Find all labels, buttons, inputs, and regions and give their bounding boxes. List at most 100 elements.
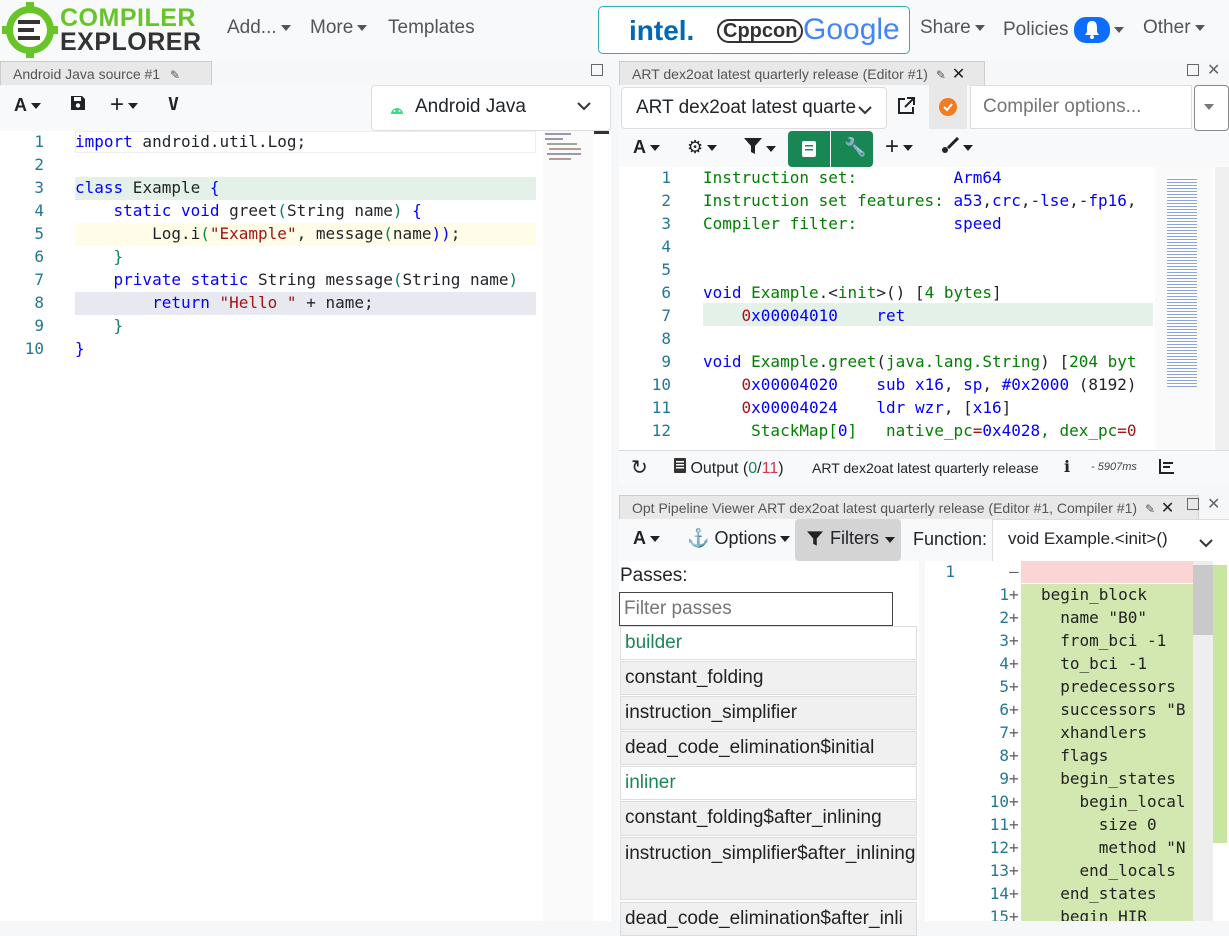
diff-text: end_locals (1041, 861, 1176, 880)
asm-token: x00004024 (751, 398, 838, 417)
pass-item[interactable]: inliner (620, 766, 917, 800)
opt-tab-title: Opt Pipeline Viewer ART dex2oat latest q… (632, 500, 1138, 516)
diff-marker: + (1009, 631, 1019, 650)
pass-diff-view[interactable]: 1–1 + begin_block 2 + name "B0" 3 + from_bci -… (925, 561, 1229, 921)
pass-item[interactable]: instruction_simplifier (620, 696, 917, 730)
diff-marker: + (1009, 585, 1019, 604)
compiler-explorer-logo[interactable]: COMPILER EXPLORER (2, 2, 201, 58)
other-menu[interactable]: Other (1143, 17, 1205, 39)
filters-button[interactable]: Filters (795, 519, 901, 561)
tab-compiler[interactable]: ART dex2oat latest quarterly release (Ed… (619, 61, 985, 85)
gear-icon[interactable]: ⚙ (687, 137, 718, 158)
pass-item[interactable]: builder (620, 626, 917, 660)
compile-status-icon[interactable] (929, 85, 967, 129)
refresh-icon[interactable]: ↻ (631, 455, 648, 480)
policies-menu[interactable]: Policies (1003, 17, 1124, 43)
diff-right-number: 10 (989, 792, 1009, 811)
diff-right-number: 4 (999, 654, 1009, 673)
save-icon[interactable] (70, 95, 86, 116)
asm-line-number: 12 (651, 421, 671, 440)
font-size-icon[interactable]: A (14, 95, 41, 116)
close-icon[interactable]: ✕ (1207, 60, 1220, 80)
pass-item[interactable]: constant_folding (620, 661, 917, 695)
line-number: 6 (34, 247, 44, 266)
edit-pencil-icon[interactable]: ✎ (1145, 502, 1155, 516)
line-number: 5 (34, 224, 44, 243)
asm-token: . (818, 352, 829, 371)
line-number: 9 (34, 316, 44, 335)
diff-marker: + (1009, 769, 1019, 788)
chevron-down-icon (577, 98, 591, 116)
asm-token: speed (953, 214, 1002, 233)
vim-mode-button[interactable]: V (168, 94, 179, 115)
tab-source[interactable]: Android Java source #1 ✎ (0, 61, 212, 85)
function-select[interactable]: void Example.<init>() (992, 519, 1229, 563)
edit-pencil-icon[interactable]: ✎ (170, 68, 180, 82)
diff-text: method "N (1041, 838, 1186, 857)
brush-icon[interactable] (941, 136, 973, 158)
asm-line-number: 7 (661, 306, 671, 325)
asm-token: ,- (1069, 191, 1089, 210)
source-editor[interactable]: 1 import android.util.Log; 2 3 class Example… (0, 131, 611, 921)
language-select[interactable]: Android Java (371, 85, 611, 131)
code-token: Log.i (75, 224, 201, 243)
scrollbar[interactable] (1193, 561, 1213, 921)
code-line: class Example { (75, 177, 220, 199)
pass-item[interactable]: constant_folding$after_inlining (620, 801, 917, 836)
tab-opt-pipeline[interactable]: Opt Pipeline Viewer ART dex2oat latest q… (619, 495, 1199, 519)
asm-line: void Example.<init>() [4 bytes] (703, 282, 1002, 304)
compiler-select[interactable]: ART dex2oat latest quarte (621, 87, 887, 129)
scrollbar-indicator[interactable] (594, 131, 609, 134)
asm-token: 0 (837, 421, 848, 440)
font-size-icon[interactable]: A (633, 528, 660, 549)
code-token: return (75, 293, 210, 312)
edit-pencil-icon[interactable]: ✎ (936, 68, 946, 82)
close-icon[interactable]: ✕ (1207, 494, 1220, 514)
pass-item[interactable]: dead_code_elimination$after_inli (620, 902, 917, 936)
add-new-icon[interactable]: + (885, 133, 914, 161)
pass-item[interactable]: dead_code_elimination$initial (620, 731, 917, 765)
templates-link[interactable]: Templates (388, 17, 475, 39)
maximize-icon[interactable] (1187, 64, 1199, 76)
more-label: More (310, 17, 354, 38)
library-button[interactable] (788, 131, 830, 167)
options-dropdown-button[interactable] (1194, 85, 1229, 131)
minimap[interactable] (543, 131, 593, 921)
diff-marker: + (1009, 677, 1019, 696)
top-navbar: COMPILER EXPLORER Add... More Templates … (0, 0, 1229, 60)
maximize-icon[interactable] (1187, 498, 1199, 510)
scrollbar[interactable] (1215, 167, 1229, 450)
share-menu[interactable]: Share (920, 17, 985, 39)
asm-token: Instruction set features: (703, 191, 954, 210)
compiler-options-input[interactable] (970, 85, 1192, 129)
sponsors-banner[interactable]: intel. Cppcon Google (598, 6, 910, 54)
asm-token: ] (1001, 398, 1012, 417)
logo-line2: EXPLORER (60, 28, 202, 56)
output-button[interactable]: Output (0/11) (674, 458, 784, 478)
diff-marker: + (1009, 700, 1019, 719)
close-icon[interactable]: ✕ (1161, 500, 1174, 517)
diff-marker: + (1009, 838, 1019, 857)
chart-icon[interactable] (1159, 458, 1175, 479)
filter-icon[interactable] (744, 138, 776, 159)
assembly-view[interactable]: 1 Instruction set: Arm64 2 Instruction set … (619, 167, 1229, 450)
diff-text: begin_states (1041, 769, 1176, 788)
maximize-icon[interactable] (591, 64, 603, 76)
minimap[interactable] (1155, 167, 1213, 450)
diff-marker: + (1009, 654, 1019, 673)
add-menu[interactable]: Add... (227, 17, 291, 39)
line-number: 2 (34, 155, 44, 174)
open-external-icon[interactable] (897, 97, 915, 120)
code-token: } (75, 339, 85, 358)
options-button[interactable]: ⚓ Options (687, 528, 791, 549)
pass-item[interactable]: instruction_simplifier$after_inlining (620, 837, 917, 900)
font-size-icon[interactable]: A (633, 137, 660, 158)
filter-passes-input[interactable] (619, 592, 893, 626)
more-menu[interactable]: More (310, 17, 368, 39)
diff-text: name "B0" (1041, 608, 1147, 627)
close-icon[interactable]: ✕ (952, 66, 965, 83)
add-new-icon[interactable]: + (110, 91, 139, 119)
info-icon[interactable]: i (1064, 457, 1070, 476)
tools-wrench-button[interactable]: 🔧 (831, 131, 873, 167)
